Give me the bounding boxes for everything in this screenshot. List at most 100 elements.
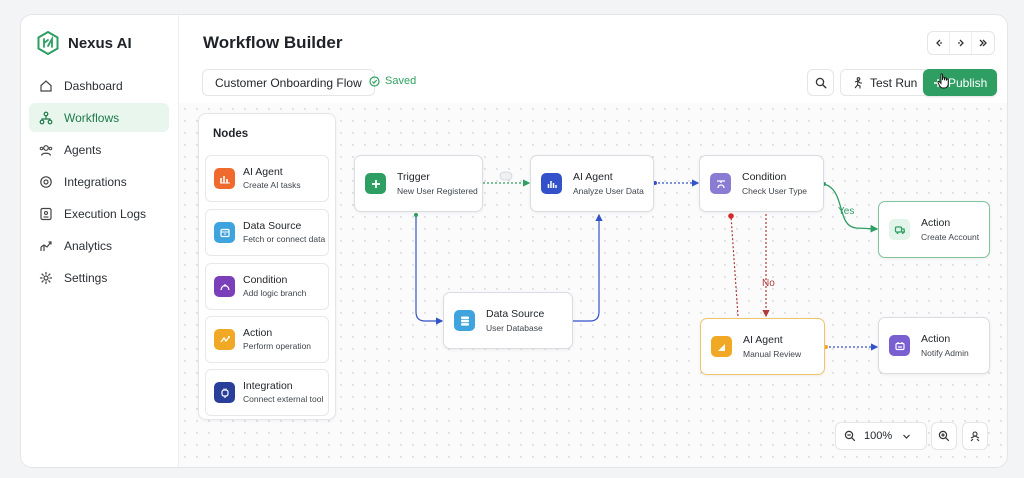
sidebar-item-label: Integrations xyxy=(64,174,127,189)
plug-icon xyxy=(214,382,235,403)
palette-item-title: Action xyxy=(243,327,273,339)
zoom-in-icon xyxy=(938,430,950,442)
nexus-logo-icon xyxy=(37,31,59,55)
palette-item-ai-agent[interactable]: AI Agent Create AI tasks xyxy=(205,155,329,202)
publish-button[interactable]: Publish xyxy=(923,69,998,96)
sidebar-item-workflows[interactable]: Workflows xyxy=(29,103,169,132)
palette-item-desc: Connect external tool xyxy=(243,394,324,404)
sidebar-item-label: Dashboard xyxy=(64,78,123,93)
home-icon xyxy=(40,79,52,92)
palette-item-desc: Create AI tasks xyxy=(243,180,301,190)
review-icon xyxy=(711,336,732,357)
zoom-in-button[interactable] xyxy=(931,422,957,450)
node-subtitle: Analyze User Data xyxy=(573,185,644,196)
sidebar-item-agents[interactable]: Agents xyxy=(29,135,169,164)
check-circle-icon xyxy=(369,75,380,87)
palette-item-data-source[interactable]: Data Source Fetch or connect data xyxy=(205,209,329,256)
sidebar-item-label: Agents xyxy=(64,142,102,157)
hand-cursor-icon xyxy=(937,73,949,89)
node-subtitle: Manual Review xyxy=(743,348,802,359)
palette-item-desc: Perform operation xyxy=(243,341,312,351)
runner-icon xyxy=(854,76,862,88)
action-icon xyxy=(214,329,235,350)
node-condition[interactable]: Condition Check User Type xyxy=(699,155,824,212)
node-title: Action xyxy=(921,332,951,345)
chevron-down-icon xyxy=(903,434,910,439)
app-name: Nexus AI xyxy=(68,34,132,52)
palette-item-title: Integration xyxy=(243,380,293,392)
sidebar-item-label: Analytics xyxy=(64,238,113,253)
fit-view-icon xyxy=(970,431,980,442)
node-action-notify[interactable]: Action Notify Admin xyxy=(878,317,990,374)
node-title: Trigger xyxy=(397,170,430,183)
zoom-out-icon xyxy=(844,430,856,442)
database-icon xyxy=(454,310,475,331)
node-subtitle: Create Account xyxy=(921,231,980,242)
node-title: AI Agent xyxy=(743,333,783,346)
search-button[interactable] xyxy=(807,69,834,96)
palette-item-title: AI Agent xyxy=(243,166,283,178)
palette-item-integration[interactable]: Integration Connect external tool xyxy=(205,369,329,416)
node-ai-agent[interactable]: AI Agent Analyze User Data xyxy=(530,155,654,212)
node-ai-agent-review[interactable]: AI Agent Manual Review xyxy=(700,318,825,375)
branch-icon xyxy=(710,173,731,194)
edge-label-yes: Yes xyxy=(838,206,855,217)
plus-icon xyxy=(365,173,386,194)
expand-button[interactable] xyxy=(972,32,994,54)
palette-item-condition[interactable]: Condition Add logic branch xyxy=(205,263,329,310)
truck-icon xyxy=(889,219,910,240)
node-title: Action xyxy=(921,216,951,229)
redo-button[interactable] xyxy=(950,32,972,54)
node-title: Condition xyxy=(742,170,787,183)
sidebar-item-label: Execution Logs xyxy=(64,206,147,221)
palette-item-title: Data Source xyxy=(243,220,302,232)
palette-item-desc: Add logic branch xyxy=(243,288,307,298)
publish-label: Publish xyxy=(948,75,988,90)
double-chevron-right-icon xyxy=(979,39,987,47)
redo-icon xyxy=(957,39,964,47)
node-subtitle: Notify Admin xyxy=(921,347,969,358)
palette-item-action[interactable]: Action Perform operation xyxy=(205,316,329,363)
sidebar-item-label: Settings xyxy=(64,270,108,285)
edge-label-no: No xyxy=(762,278,775,289)
node-subtitle: Check User Type xyxy=(742,185,808,196)
sidebar-item-label: Workflows xyxy=(64,110,120,125)
integrations-icon xyxy=(40,175,52,188)
sidebar: Nexus AI Dashboard Workflows Agents Inte… xyxy=(21,15,179,467)
undo-button[interactable] xyxy=(928,32,950,54)
node-trigger[interactable]: Trigger New User Registered xyxy=(354,155,483,212)
palette-item-desc: Fetch or connect data xyxy=(243,234,326,244)
logs-icon xyxy=(40,207,52,220)
palette-item-title: Condition xyxy=(243,274,288,286)
node-action-create[interactable]: Action Create Account xyxy=(878,201,990,258)
flow-name-field[interactable]: Customer Onboarding Flow xyxy=(202,69,375,96)
node-subtitle: User Database xyxy=(486,322,543,333)
node-subtitle: New User Registered xyxy=(397,185,478,196)
node-data-source[interactable]: Data Source User Database xyxy=(443,292,573,349)
sidebar-item-analytics[interactable]: Analytics xyxy=(29,231,169,260)
analytics-icon xyxy=(40,240,52,251)
sidebar-item-execution-logs[interactable]: Execution Logs xyxy=(29,199,169,228)
palette-title: Nodes xyxy=(213,128,249,140)
database-icon xyxy=(214,222,235,243)
zoom-select[interactable]: 100% xyxy=(835,422,927,450)
sidebar-nav: Dashboard Workflows Agents Integrations … xyxy=(29,71,169,295)
brand[interactable]: Nexus AI xyxy=(37,31,132,55)
bar-chart-icon xyxy=(541,173,562,194)
save-status-label: Saved xyxy=(385,75,417,87)
fit-view-button[interactable] xyxy=(962,422,988,450)
ai-agent-icon xyxy=(214,168,235,189)
undo-icon xyxy=(935,39,942,47)
history-controls xyxy=(927,31,995,55)
search-icon xyxy=(815,77,826,88)
test-run-button[interactable]: Test Run xyxy=(840,69,930,96)
gear-icon xyxy=(39,271,53,284)
sidebar-item-integrations[interactable]: Integrations xyxy=(29,167,169,196)
workflow-icon xyxy=(39,111,53,124)
agents-icon xyxy=(39,144,53,156)
sidebar-item-dashboard[interactable]: Dashboard xyxy=(29,71,169,100)
sidebar-item-settings[interactable]: Settings xyxy=(29,263,169,292)
notify-icon xyxy=(889,335,910,356)
zoom-level: 100% xyxy=(864,430,893,442)
page-title: Workflow Builder xyxy=(203,33,343,52)
